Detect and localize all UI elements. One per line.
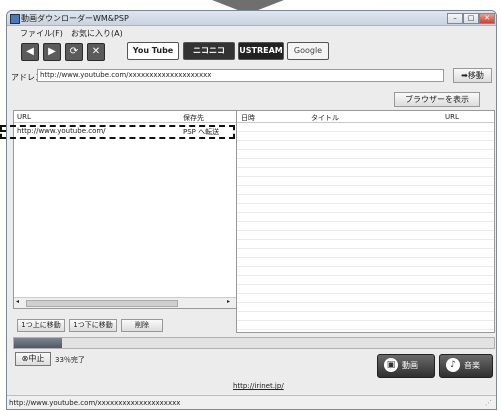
minimize-button[interactable]: –: [447, 13, 463, 24]
forward-arrow-icon: ▶: [48, 46, 56, 57]
app-icon: [10, 14, 20, 24]
niconico-button[interactable]: ニコニコ: [183, 42, 235, 60]
title-bar: 動画ダウンローダーWM&PSP – □ ✕: [7, 11, 496, 26]
delete-button[interactable]: 削除: [121, 319, 163, 332]
progress-fill: [14, 338, 62, 348]
youtube-button[interactable]: You Tube: [127, 42, 179, 60]
back-arrow-icon: ◀: [26, 46, 34, 57]
scroll-right-icon[interactable]: ▸: [227, 298, 230, 305]
forward-button[interactable]: ▶: [43, 43, 61, 61]
highlight-leader-line: [0, 130, 6, 132]
close-button[interactable]: ✕: [479, 13, 495, 24]
app-window: 動画ダウンローダーWM&PSP – □ ✕ ファイル(F) お気に入り(A) ◀…: [6, 10, 497, 410]
refresh-icon: ⟳: [69, 46, 79, 57]
move-up-button[interactable]: 1つ上に移動: [17, 319, 65, 332]
highlight-annotation: [0, 125, 235, 139]
maximize-button[interactable]: □: [463, 13, 479, 24]
music-label: 音楽: [464, 361, 480, 370]
progress-percent: 33％完了: [55, 356, 85, 364]
refresh-button[interactable]: ⟳: [65, 43, 83, 61]
move-down-button[interactable]: 1つ下に移動: [69, 319, 117, 332]
show-browser-button[interactable]: ブラウザーを表示: [394, 92, 480, 107]
status-text: http://www.youtube.com/xxxxxxxxxxxxxxxxx…: [9, 399, 181, 407]
menu-favorites[interactable]: お気に入り(A): [71, 28, 123, 39]
resize-grip-icon[interactable]: ⋰: [485, 399, 492, 407]
column-header-url[interactable]: URL: [17, 113, 31, 121]
google-button[interactable]: Google: [287, 42, 329, 60]
stop-button[interactable]: ⊗中止: [15, 352, 51, 366]
window-title: 動画ダウンローダーWM&PSP: [21, 14, 129, 23]
scroll-left-icon[interactable]: ◂: [16, 298, 19, 305]
music-button[interactable]: ♪ 音楽: [439, 354, 493, 378]
progress-bar: [13, 337, 495, 349]
horizontal-scrollbar[interactable]: ◂ ▸: [14, 297, 236, 308]
scrollbar-thumb[interactable]: [26, 300, 178, 307]
column-header-url[interactable]: URL: [445, 113, 459, 121]
video-label: 動画: [402, 361, 418, 370]
menu-bar: ファイル(F) お気に入り(A): [7, 26, 496, 39]
history-list: 日時 タイトル URL: [236, 110, 495, 333]
video-button[interactable]: ▣ 動画: [377, 354, 435, 378]
video-icon: ▣: [384, 358, 398, 372]
address-input[interactable]: http://www.youtube.com/xxxxxxxxxxxxxxxxx…: [37, 69, 444, 82]
go-button-label: 移動: [467, 71, 484, 80]
status-bar: http://www.youtube.com/xxxxxxxxxxxxxxxxx…: [7, 395, 496, 409]
website-link[interactable]: http://irinet.jp/: [233, 382, 284, 390]
header-divider: [14, 122, 236, 123]
music-icon: ♪: [446, 358, 460, 372]
download-queue-list: URL 保存先 http://www.youtube.com/ PSP へ転送 …: [13, 110, 237, 309]
stop-label: 中止: [28, 354, 45, 363]
ustream-button[interactable]: USTREAM: [238, 42, 284, 60]
go-arrow-icon: ➡: [461, 71, 468, 80]
go-button[interactable]: ➡移動: [453, 68, 492, 83]
stop-load-button[interactable]: ✕: [87, 43, 105, 61]
menu-file[interactable]: ファイル(F): [20, 28, 63, 39]
list-grid: [237, 123, 494, 331]
back-button[interactable]: ◀: [21, 43, 39, 61]
close-x-icon: ✕: [91, 46, 101, 57]
